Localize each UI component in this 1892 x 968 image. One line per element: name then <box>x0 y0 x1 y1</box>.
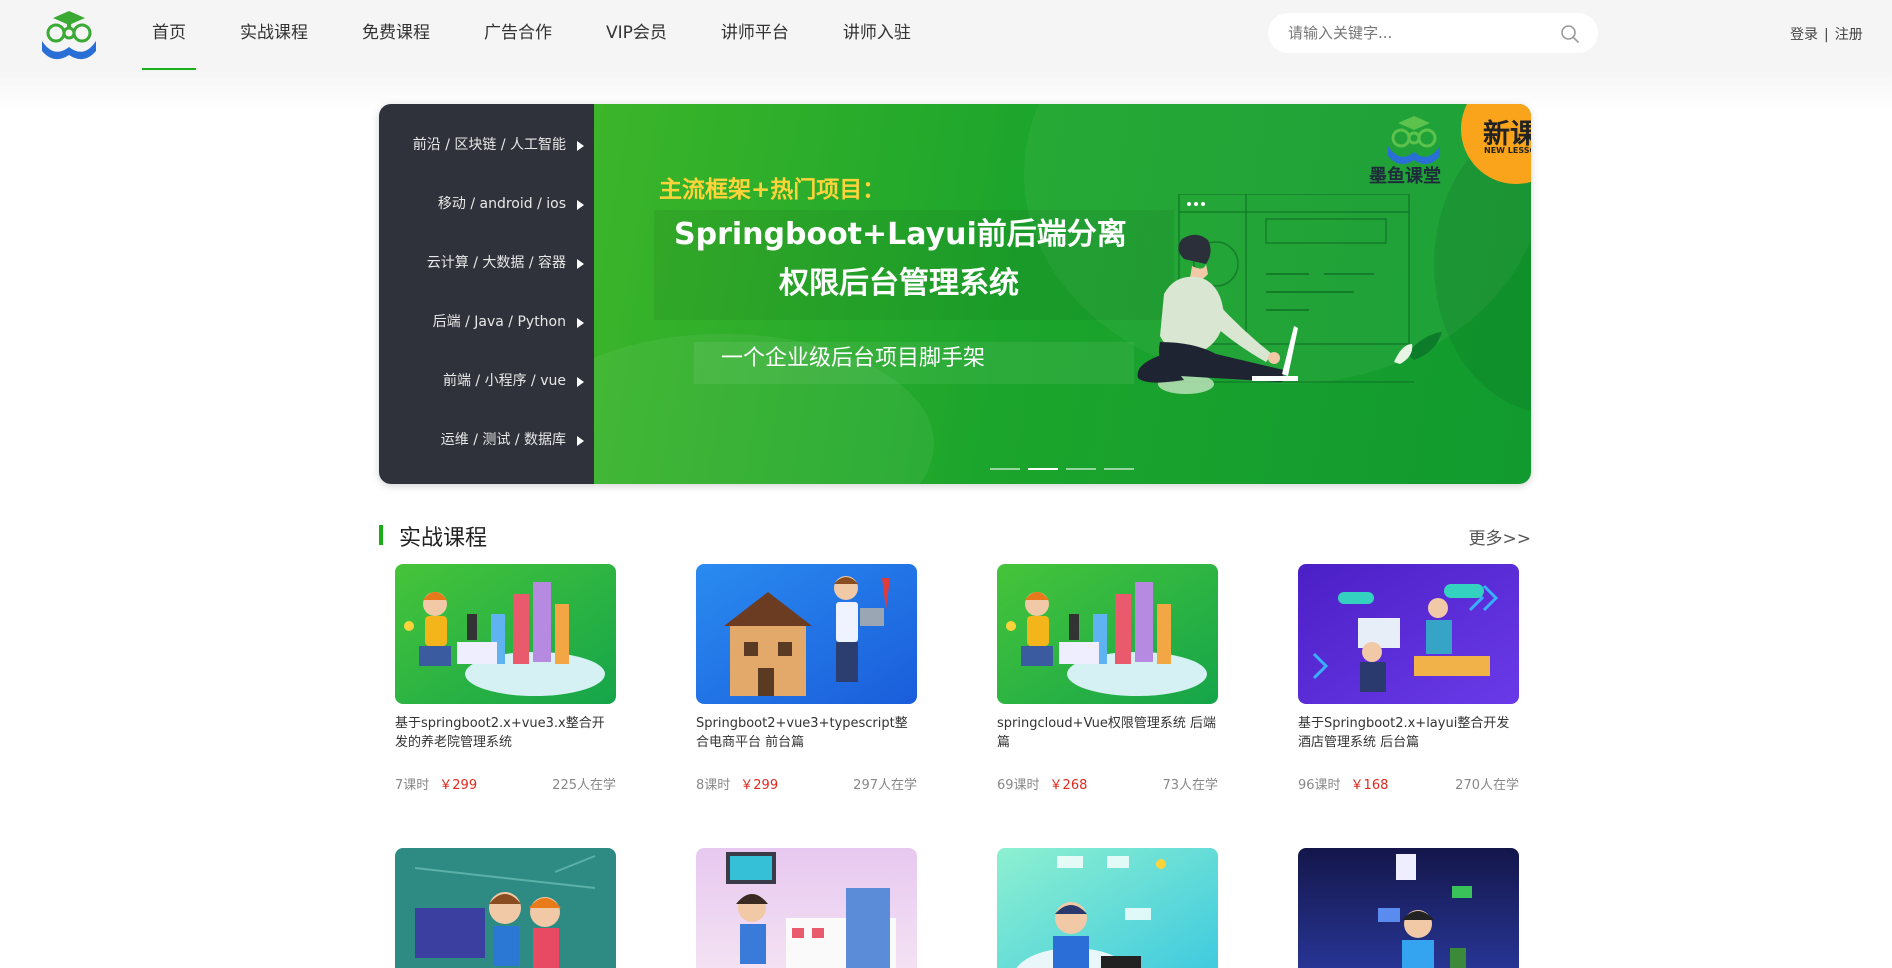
category-label: 运维 / 测试 / 数据库 <box>440 432 566 448</box>
engineer-code-icon[interactable] <box>997 848 1218 968</box>
category-label: 前沿 / 区块链 / 人工智能 <box>412 137 566 153</box>
slide-dot[interactable] <box>1104 468 1134 470</box>
course-price: ￥299 <box>740 778 779 793</box>
online-meeting-icon[interactable] <box>1298 564 1519 704</box>
caret-right-icon <box>577 377 584 387</box>
course-meta: 8课时 ￥299 297人在学 <box>696 774 917 794</box>
category-item-backend[interactable]: 后端 / Java / Python <box>379 293 594 352</box>
kids-classroom-icon[interactable] <box>395 848 616 968</box>
category-item-frontend[interactable]: 前端 / 小程序 / vue <box>379 352 594 411</box>
lesson-count: 69课时 <box>997 778 1040 793</box>
slide-title: Springboot+Layui前后端分离 权限后台管理系统 <box>674 210 1127 308</box>
student-count: 297人在学 <box>853 778 917 793</box>
category-label: 云计算 / 大数据 / 容器 <box>426 255 566 271</box>
category-item-frontier[interactable]: 前沿 / 区块链 / 人工智能 <box>379 116 594 175</box>
course-meta: 96课时 ￥168 270人在学 <box>1298 774 1519 794</box>
slide-dot[interactable] <box>990 468 1020 470</box>
lesson-count: 96课时 <box>1298 778 1341 793</box>
course-price: ￥268 <box>1049 778 1088 793</box>
section-accent-bar <box>379 525 383 545</box>
new-lesson-badge-sub: NEW LESSON <box>1484 146 1531 155</box>
course-meta: 7课时 ￥299 225人在学 <box>395 774 616 794</box>
nav-lecturer-join[interactable]: 讲师入驻 <box>843 0 911 70</box>
register-link[interactable]: 注册 <box>1835 27 1863 43</box>
auth-links: 登录 | 注册 <box>1790 24 1863 44</box>
category-item-cloud[interactable]: 云计算 / 大数据 / 容器 <box>379 234 594 293</box>
nav-practical-courses[interactable]: 实战课程 <box>240 0 308 70</box>
lesson-count: 7课时 <box>395 778 430 793</box>
caret-right-icon <box>577 436 584 446</box>
slide-pagination <box>990 468 1134 470</box>
search-input[interactable] <box>1288 13 1548 53</box>
nav-free-courses[interactable]: 免费课程 <box>362 0 430 70</box>
caret-right-icon <box>577 318 584 328</box>
section-title: 实战课程 <box>399 526 488 551</box>
developer-city-icon[interactable] <box>997 564 1218 704</box>
slide-dot[interactable] <box>1066 468 1096 470</box>
banner-slide[interactable]: 主流框架+热门项目： Springboot+Layui前后端分离 权限后台管理系… <box>594 104 1531 484</box>
main-nav: 首页 实战课程 免费课程 广告合作 VIP会员 讲师平台 讲师入驻 <box>142 0 965 70</box>
developer-city-icon[interactable] <box>395 564 616 704</box>
girl-laptop-city-icon[interactable] <box>696 848 917 968</box>
category-label: 前端 / 小程序 / vue <box>442 373 566 389</box>
caret-right-icon <box>577 259 584 269</box>
category-label: 移动 / android / ios <box>437 196 566 212</box>
slide-tag: 主流框架+热门项目： <box>659 177 886 203</box>
category-label: 后端 / Java / Python <box>432 314 566 330</box>
student-count: 225人在学 <box>552 778 616 793</box>
brand-name: 墨鱼课堂 <box>1369 166 1441 187</box>
more-link[interactable]: 更多>> <box>1469 524 1532 549</box>
slide-title-line: Springboot+Layui前后端分离 <box>674 217 1127 252</box>
nav-home[interactable]: 首页 <box>142 0 196 70</box>
top-header: 首页 实战课程 免费课程 广告合作 VIP会员 讲师平台 讲师入驻 登录 | 注册 <box>0 0 1892 70</box>
course-price: ￥299 <box>439 778 478 793</box>
web-developer-icon[interactable] <box>1298 848 1519 968</box>
nav-lecturer-platform[interactable]: 讲师平台 <box>721 0 789 70</box>
course-title[interactable]: 基于springboot2.x+vue3.x整合开发的养老院管理系统 <box>395 714 616 752</box>
auth-separator: | <box>1824 27 1829 43</box>
nav-ad-cooperation[interactable]: 广告合作 <box>484 0 552 70</box>
course-title[interactable]: Springboot2+vue3+typescript整合电商平台 前台篇 <box>696 714 917 752</box>
slide-subtitle: 一个企业级后台项目脚手架 <box>721 346 986 371</box>
search-icon[interactable] <box>1560 24 1580 44</box>
student-count: 73人在学 <box>1162 778 1218 793</box>
caret-right-icon <box>577 200 584 210</box>
caret-right-icon <box>577 141 584 151</box>
site-logo-icon[interactable] <box>38 9 100 61</box>
search-box <box>1268 13 1598 53</box>
category-item-ops[interactable]: 运维 / 测试 / 数据库 <box>379 411 594 470</box>
course-meta: 69课时 ￥268 73人在学 <box>997 774 1218 794</box>
brand-logo-icon <box>1388 116 1440 165</box>
course-title[interactable]: springcloud+Vue权限管理系统 后端篇 <box>997 714 1218 752</box>
student-count: 270人在学 <box>1455 778 1519 793</box>
section-header: 实战课程 更多>> <box>379 520 1532 551</box>
lesson-count: 8课时 <box>696 778 731 793</box>
course-title[interactable]: 基于Springboot2.x+layui整合开发酒店管理系统 后台篇 <box>1298 714 1519 752</box>
person-laptop-illustration-icon <box>1137 194 1442 394</box>
category-menu: 前沿 / 区块链 / 人工智能 移动 / android / ios 云计算 /… <box>379 104 594 484</box>
course-price: ￥168 <box>1350 778 1389 793</box>
slide-title-line: 权限后台管理系统 <box>779 266 1019 301</box>
hero-banner: 前沿 / 区块链 / 人工智能 移动 / android / ios 云计算 /… <box>379 104 1531 484</box>
slide-dot[interactable] <box>1028 468 1058 470</box>
nav-vip[interactable]: VIP会员 <box>606 0 667 70</box>
category-item-mobile[interactable]: 移动 / android / ios <box>379 175 594 234</box>
login-link[interactable]: 登录 <box>1790 27 1818 43</box>
house-builder-icon[interactable] <box>696 564 917 704</box>
